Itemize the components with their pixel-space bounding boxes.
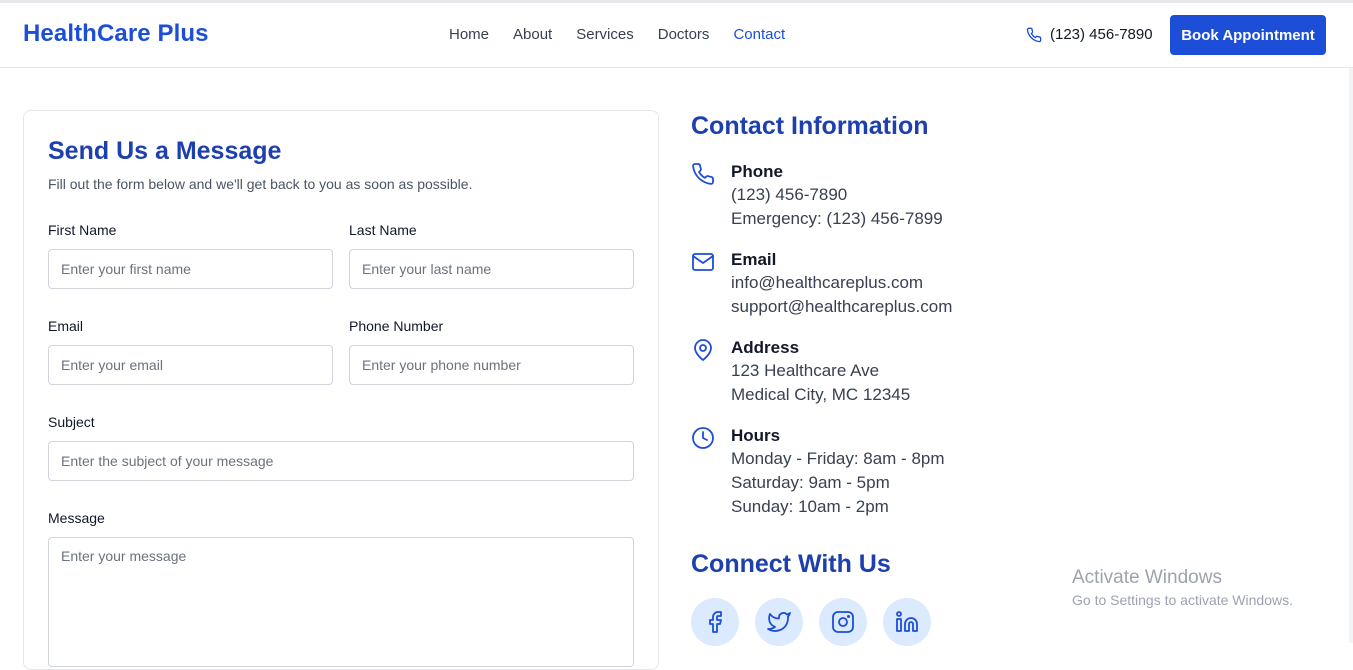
hours-sunday: Sunday: 10am - 2pm — [731, 497, 889, 516]
instagram-link[interactable] — [819, 598, 867, 646]
site-header: HealthCare Plus Home About Services Doct… — [0, 3, 1353, 68]
address-line-1: 123 Healthcare Ave — [731, 361, 880, 380]
email-label: Email — [48, 318, 84, 334]
hours-weekday: Monday - Friday: 8am - 8pm — [731, 449, 945, 468]
nav-about[interactable]: About — [513, 26, 552, 43]
email-input[interactable] — [48, 345, 333, 385]
header-phone[interactable]: (123) 456-7890 — [1026, 26, 1153, 43]
email-heading: Email — [731, 250, 777, 269]
header-phone-text: (123) 456-7890 — [1050, 26, 1153, 43]
nav-services[interactable]: Services — [576, 26, 634, 43]
last-name-input[interactable] — [349, 249, 634, 289]
message-label: Message — [48, 510, 105, 526]
linkedin-icon — [896, 611, 918, 632]
twitter-icon — [767, 612, 791, 632]
phone-line[interactable]: (123) 456-7890 — [731, 185, 847, 205]
form-subtitle: Fill out the form below and we'll get ba… — [48, 176, 473, 192]
connect-title: Connect With Us — [691, 550, 891, 578]
social-links — [691, 598, 931, 646]
last-name-label: Last Name — [349, 222, 417, 238]
emergency-phone-line[interactable]: Emergency: (123) 456-7899 — [731, 209, 943, 229]
phone-heading: Phone — [731, 162, 783, 181]
main-nav: Home About Services Doctors Contact — [449, 26, 785, 43]
watermark-title: Activate Windows — [1072, 567, 1222, 588]
phone-icon — [1026, 27, 1042, 42]
book-appointment-button[interactable]: Book Appointment — [1170, 15, 1326, 55]
contact-title: Contact Information — [691, 112, 929, 140]
first-name-label: First Name — [48, 222, 117, 238]
instagram-icon — [832, 611, 854, 633]
watermark-subtitle: Go to Settings to activate Windows. — [1072, 592, 1293, 608]
activate-windows-watermark: Activate Windows Go to Settings to activ… — [1072, 567, 1293, 608]
first-name-input[interactable] — [48, 249, 333, 289]
address-line-2: Medical City, MC 12345 — [731, 385, 911, 404]
email-line[interactable]: info@healthcareplus.com — [731, 273, 923, 293]
linkedin-link[interactable] — [883, 598, 931, 646]
site-logo[interactable]: HealthCare Plus — [23, 20, 209, 48]
map-pin-icon — [694, 339, 712, 361]
page-scrollbar[interactable] — [1349, 68, 1353, 643]
facebook-icon — [709, 611, 722, 633]
facebook-link[interactable] — [691, 598, 739, 646]
address-heading: Address — [731, 338, 800, 357]
twitter-link[interactable] — [755, 598, 803, 646]
nav-home[interactable]: Home — [449, 26, 489, 43]
phone-number-label: Phone Number — [349, 318, 444, 334]
form-title: Send Us a Message — [48, 137, 282, 165]
mail-icon — [692, 253, 714, 271]
phone-number-input[interactable] — [349, 345, 634, 385]
hours-heading: Hours — [731, 426, 781, 445]
nav-doctors[interactable]: Doctors — [658, 26, 710, 43]
message-textarea[interactable] — [48, 537, 634, 667]
nav-contact[interactable]: Contact — [733, 26, 785, 43]
clock-icon — [692, 427, 714, 449]
hours-saturday: Saturday: 9am - 5pm — [731, 473, 890, 492]
subject-input[interactable] — [48, 441, 634, 481]
message-form-card: Send Us a Message Fill out the form belo… — [23, 110, 659, 670]
phone-icon — [692, 163, 714, 185]
subject-label: Subject — [48, 414, 95, 430]
support-email-line[interactable]: support@healthcareplus.com — [731, 297, 952, 317]
